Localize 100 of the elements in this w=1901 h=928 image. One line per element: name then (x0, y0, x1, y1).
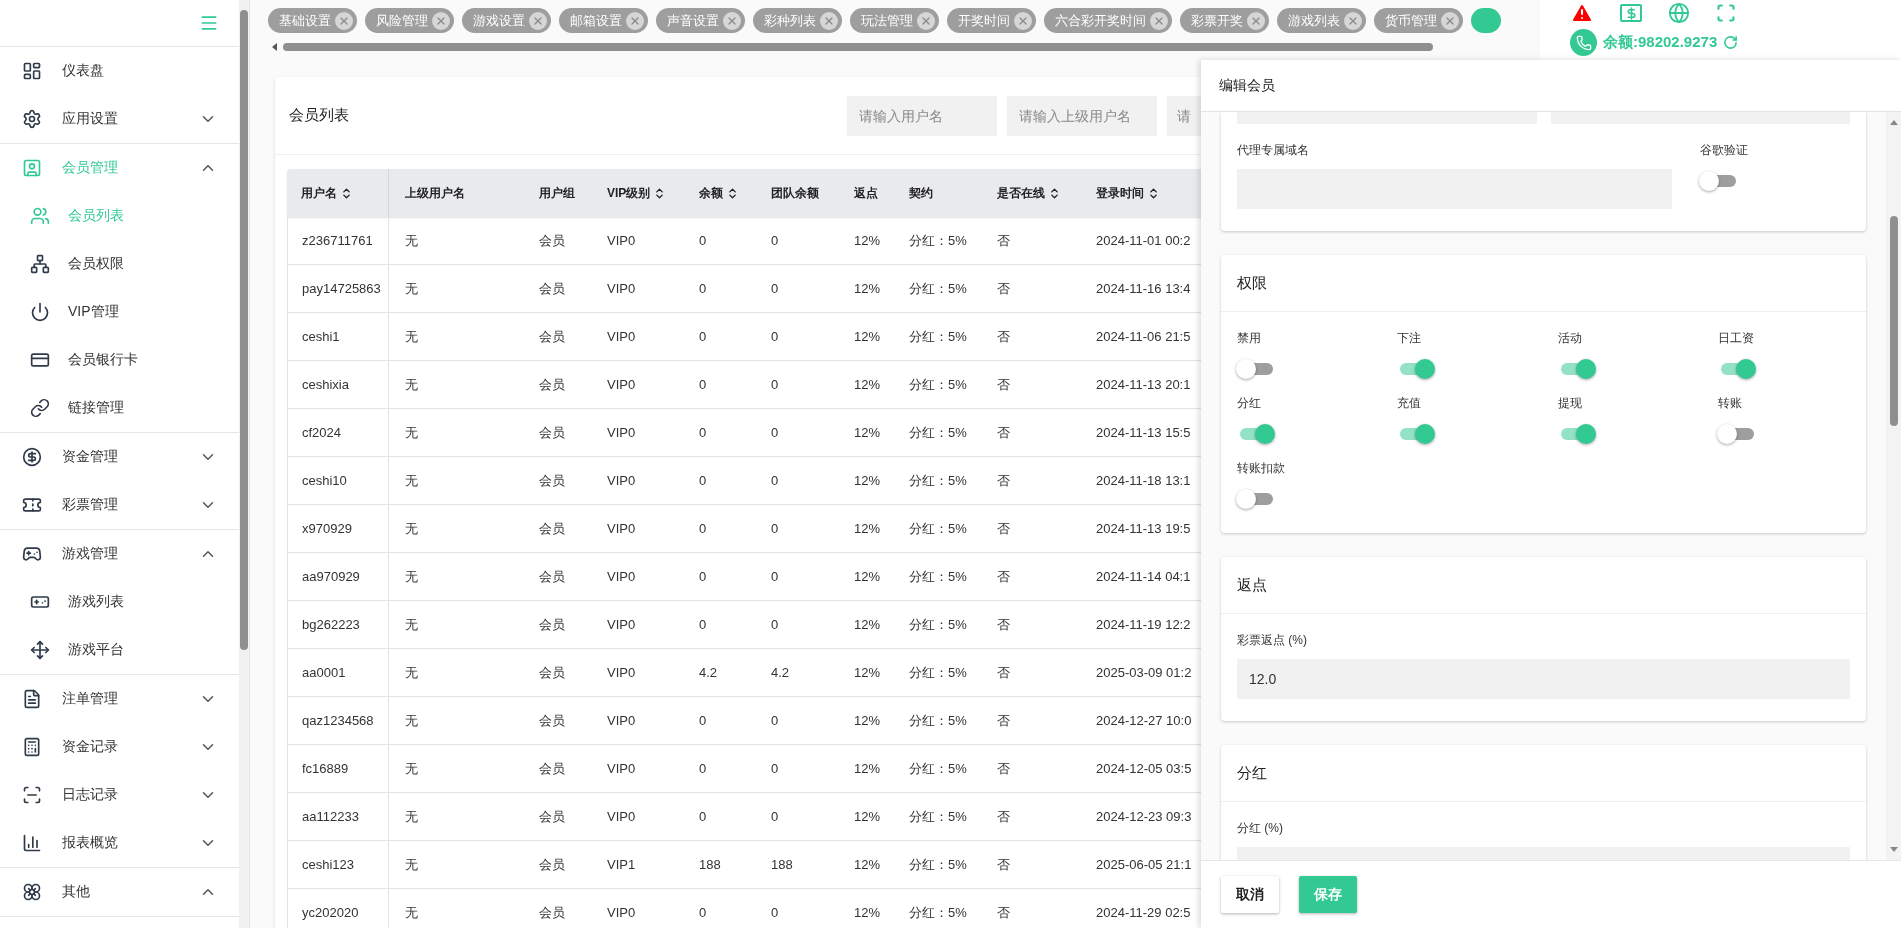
scrollbar[interactable] (239, 0, 249, 928)
table-cell-text: 12% (854, 472, 882, 490)
sidebar-subitem[interactable]: 会员权限 (0, 240, 239, 288)
column-header[interactable]: VIP级别 (607, 169, 699, 217)
cancel-button[interactable]: 取消 (1221, 876, 1279, 913)
menu-icon[interactable] (199, 13, 219, 33)
close-icon[interactable] (917, 11, 935, 30)
sidebar-subitem[interactable]: 游戏列表 (0, 578, 239, 626)
close-icon[interactable] (1150, 11, 1168, 30)
table-cell: aa0001 (287, 649, 389, 696)
sidebar-subitem[interactable]: VIP管理 (0, 288, 239, 336)
refresh-icon[interactable] (1723, 35, 1739, 50)
scrollbar[interactable] (1886, 112, 1901, 860)
table-cell-text: 2024-12-27 10:0 (1096, 712, 1193, 730)
table-cell-text: 分红：5% (909, 471, 968, 490)
search-field[interactable]: 请 (1167, 95, 1201, 136)
close-icon[interactable] (432, 11, 450, 30)
close-icon[interactable] (723, 11, 741, 30)
close-icon[interactable] (1344, 11, 1362, 30)
close-icon[interactable] (626, 11, 644, 30)
sidebar-item[interactable]: 报表概览 (0, 819, 239, 867)
table-cell-text: 无 (404, 759, 419, 778)
network-icon (30, 254, 50, 274)
column-header[interactable]: 余额 (699, 169, 771, 217)
avatar[interactable] (1570, 29, 1597, 56)
table-cell-text: 12% (854, 808, 882, 826)
sidebar-item[interactable]: 其他 (0, 868, 239, 916)
tab[interactable] (1471, 8, 1501, 33)
column-header[interactable]: 用户名 (287, 169, 389, 217)
close-icon[interactable] (1441, 11, 1459, 30)
link-icon (30, 398, 50, 418)
close-icon[interactable] (529, 11, 547, 30)
sort-icon[interactable] (1048, 186, 1061, 200)
table-cell-text: 分红：5% (909, 903, 968, 922)
sidebar-item[interactable]: 应用设置 (0, 95, 239, 143)
table-cell-text: 无 (404, 231, 419, 250)
close-icon[interactable] (820, 11, 838, 30)
table-cell-text: 会员 (539, 567, 566, 586)
table-cell-text: 否 (997, 711, 1011, 730)
section-title: 分红 (1221, 745, 1866, 802)
sidebar-item[interactable]: 资金管理 (0, 433, 239, 481)
input-field[interactable] (1237, 112, 1537, 124)
dashboard-icon (22, 61, 42, 81)
table-cell-text: 会员 (539, 279, 566, 298)
table-cell-text: 0 (771, 280, 780, 298)
field-label: 禁用 (1237, 330, 1262, 347)
table-cell-text: 4.2 (699, 664, 719, 682)
column-header[interactable]: 是否在线 (997, 169, 1096, 217)
sidebar-item[interactable]: 仪表盘 (0, 47, 239, 95)
input-field[interactable]: 12.0 (1237, 659, 1850, 699)
globe-icon[interactable] (1668, 2, 1690, 24)
table-cell-text: 0 (699, 712, 708, 730)
sort-icon[interactable] (340, 186, 353, 200)
sidebar-subitem[interactable]: 会员银行卡 (0, 336, 239, 384)
search-field[interactable]: 请输入用户名 (847, 95, 997, 136)
column-header[interactable]: 登录时间 (1096, 169, 1201, 217)
sidebar-item[interactable]: 日志记录 (0, 771, 239, 819)
table-cell-text: 0 (699, 520, 708, 538)
sidebar-item[interactable]: 注单管理 (0, 675, 239, 723)
sidebar-item[interactable]: 游戏管理 (0, 530, 239, 578)
close-icon[interactable] (1014, 11, 1032, 30)
close-icon[interactable] (335, 11, 353, 30)
table-cell-text: 12% (854, 856, 882, 874)
table-cell-text: 4.2 (771, 664, 791, 682)
input-field[interactable] (1550, 112, 1850, 124)
table-cell: cf2024 (287, 409, 389, 456)
table-cell: yc202020 (287, 889, 389, 928)
toggle-switch[interactable] (1700, 169, 1736, 193)
column-header: 用户组 (539, 184, 576, 202)
toggle-switch[interactable] (1237, 357, 1273, 381)
sidebar-subitem[interactable]: 游戏平台 (0, 626, 239, 674)
search-field[interactable]: 请输入上级用户名 (1007, 95, 1157, 136)
table-cell: ceshi123 (287, 841, 389, 888)
card-icon (30, 350, 50, 370)
toggle-switch[interactable] (1237, 487, 1273, 511)
toggle-switch[interactable] (1717, 422, 1754, 446)
table-cell-text: 会员 (539, 711, 566, 730)
table-cell-text: 会员 (539, 423, 566, 442)
fullscreen-icon[interactable] (1716, 3, 1736, 23)
table-cell-text: 分红：5% (909, 807, 968, 826)
table-cell-text: 2025-03-09 01:2 (1096, 664, 1193, 682)
sort-icon[interactable] (726, 186, 739, 200)
sidebar-item[interactable]: 资金记录 (0, 723, 239, 771)
table-cell-text: 无 (404, 855, 419, 874)
table-cell-text: 分红：5% (909, 423, 968, 442)
table-cell: x970929 (287, 505, 389, 552)
sidebar-subitem[interactable]: 链接管理 (0, 384, 239, 432)
table-cell-text: 无 (404, 807, 419, 826)
table-cell-text: VIP0 (607, 376, 637, 394)
dollar-icon[interactable] (1620, 4, 1642, 22)
sidebar-item[interactable]: 彩票管理 (0, 481, 239, 529)
bar-chart-icon (22, 833, 42, 853)
sort-icon[interactable] (1147, 186, 1160, 200)
table-cell-text: 会员 (539, 855, 566, 874)
table-cell-text: 2024-11-13 20:1 (1096, 376, 1192, 394)
field-label: 日工资 (1717, 330, 1755, 347)
table-cell-text: 无 (404, 279, 419, 298)
table-cell-text: VIP0 (607, 520, 637, 538)
table-cell-text: 0 (699, 424, 708, 442)
close-icon[interactable] (1247, 11, 1265, 30)
